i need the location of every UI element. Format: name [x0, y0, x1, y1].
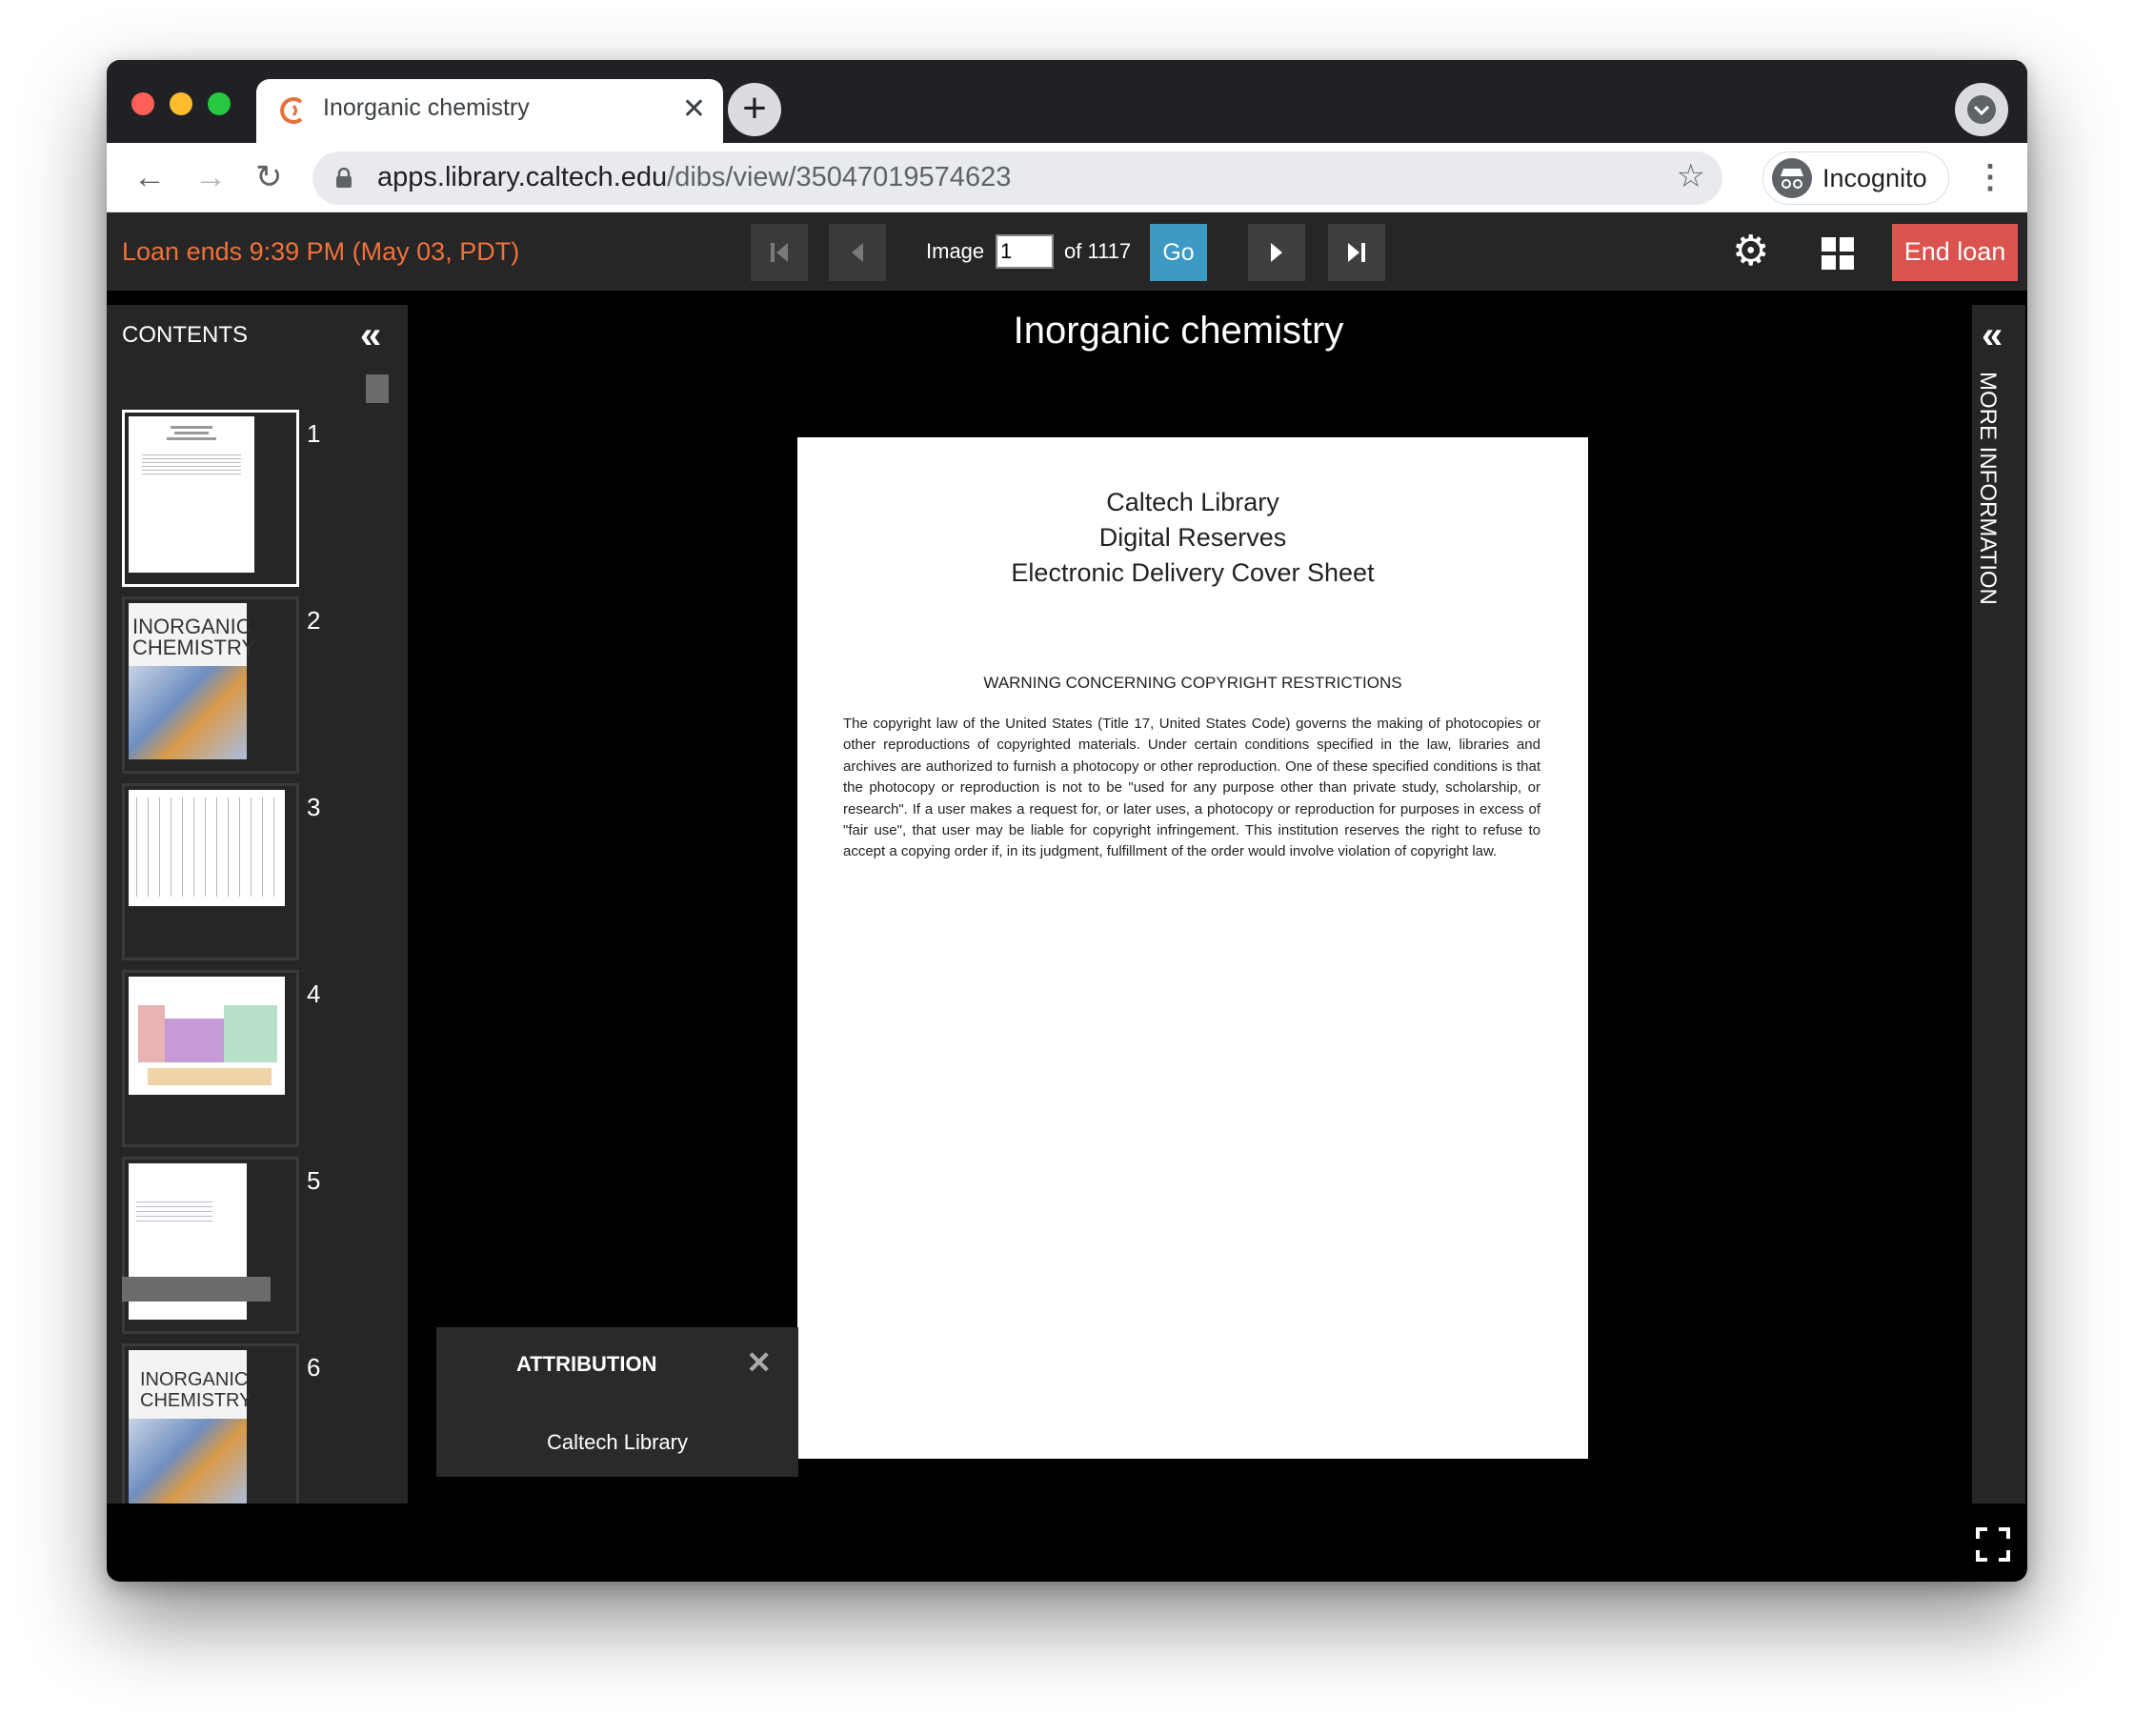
document-title: Inorganic chemistry	[1013, 310, 1344, 352]
copyright-warning-text: The copyright law of the United States (…	[843, 716, 1540, 860]
address-bar[interactable]: apps.library.caltech.edu/dibs/view/35047…	[312, 151, 1722, 205]
page-number: 2	[307, 606, 321, 635]
incognito-label: Incognito	[1822, 164, 1927, 192]
go-button[interactable]: Go	[1150, 224, 1207, 281]
minimize-window-button[interactable]	[170, 92, 192, 115]
copyright-warning-title: WARNING CONCERNING COPYRIGHT RESTRICTION…	[983, 674, 1402, 692]
first-page-button[interactable]	[751, 224, 808, 281]
last-page-icon	[1348, 243, 1365, 262]
browser-window: Inorganic chemistry ✕ + ← → ↻ apps.libra…	[107, 60, 2027, 1582]
tab-strip: Inorganic chemistry ✕ +	[107, 60, 2027, 143]
next-page-button[interactable]	[1248, 224, 1305, 281]
fullscreen-icon[interactable]	[1976, 1527, 2010, 1562]
thumbnail-image	[129, 416, 254, 573]
cover-title-line2: CHEMISTRY	[132, 636, 256, 659]
more-information-panel[interactable]: « MORE INFORMATION	[1972, 305, 2025, 1504]
new-tab-button[interactable]: +	[728, 83, 781, 136]
kebab-menu-icon[interactable]: ⋮	[1974, 158, 2006, 196]
tab-close-icon[interactable]: ✕	[682, 91, 706, 129]
collapse-right-icon[interactable]: «	[1982, 316, 2003, 354]
thumbnail-page-2[interactable]: INORGANIC CHEMISTRY	[122, 596, 299, 774]
forward-arrow-icon[interactable]: →	[194, 158, 227, 196]
page-number: 3	[307, 793, 321, 821]
chevron-down-icon	[1967, 95, 1996, 124]
lock-icon	[336, 168, 352, 188]
attribution-panel: ATTRIBUTION ✕ Caltech Library	[436, 1327, 798, 1477]
loan-status: Loan ends 9:39 PM (May 03, PDT)	[122, 237, 520, 266]
horizontal-scrollbar[interactable]	[122, 1277, 271, 1302]
cover-heading-2: Digital Reserves	[1098, 523, 1287, 552]
incognito-icon	[1772, 158, 1812, 198]
grid-icon[interactable]	[1822, 237, 1854, 270]
tab-title: Inorganic chemistry	[323, 94, 530, 121]
contents-sidebar: CONTENTS « 1 INORGANIC CHEMISTRY 2 3 4 5…	[107, 305, 408, 1504]
collapse-left-icon[interactable]: «	[360, 316, 381, 354]
prev-page-button[interactable]	[829, 224, 886, 281]
thumbnail-page-6[interactable]: INORGANIC CHEMISTRY	[122, 1343, 299, 1504]
browser-tab[interactable]: Inorganic chemistry ✕	[256, 79, 723, 143]
close-icon[interactable]: ✕	[746, 1344, 772, 1381]
close-window-button[interactable]	[131, 92, 154, 115]
cover-heading-3: Electronic Delivery Cover Sheet	[1011, 558, 1375, 587]
cover-sheet-heading: Caltech Library Digital Reserves Electro…	[797, 485, 1588, 591]
page-count: of 1117	[1064, 239, 1132, 263]
thumbnail-image: INORGANIC CHEMISTRY	[129, 603, 255, 759]
first-page-icon	[771, 243, 788, 262]
prev-page-icon	[852, 243, 863, 262]
cover-title-line1: INORGANIC	[140, 1369, 249, 1390]
thumbnail-image	[129, 977, 285, 1095]
cover-title-line2: CHEMISTRY	[140, 1390, 252, 1411]
page-number: 1	[307, 419, 321, 448]
reload-icon[interactable]: ↻	[255, 158, 283, 196]
cover-heading-1: Caltech Library	[1106, 488, 1279, 516]
url-host: apps.library.caltech.edu	[377, 162, 668, 192]
incognito-indicator[interactable]: Incognito	[1762, 151, 1949, 205]
image-label: Image	[926, 239, 985, 263]
vertical-scrollbar[interactable]	[366, 374, 389, 403]
thumbnail-page-3[interactable]	[122, 783, 299, 960]
gear-icon[interactable]: ⚙	[1732, 228, 1769, 275]
cover-title-line1: INORGANIC	[132, 615, 252, 638]
document-page: Caltech Library Digital Reserves Electro…	[797, 437, 1588, 1459]
page-number: 5	[307, 1166, 321, 1195]
contents-title: CONTENTS	[122, 322, 248, 348]
thumbnail-page-5[interactable]	[122, 1157, 299, 1334]
end-loan-button[interactable]: End loan	[1892, 224, 2018, 281]
next-page-icon	[1271, 243, 1282, 262]
maximize-window-button[interactable]	[208, 92, 231, 115]
back-arrow-icon[interactable]: ←	[133, 158, 166, 196]
star-icon[interactable]: ☆	[1677, 157, 1705, 195]
thumbnail-image	[129, 790, 285, 906]
page-number: 4	[307, 979, 321, 1008]
thumbnail-page-1[interactable]	[122, 410, 299, 587]
thumbnail-image: INORGANIC CHEMISTRY	[129, 1350, 252, 1504]
last-page-button[interactable]	[1328, 224, 1385, 281]
browser-toolbar: ← → ↻ apps.library.caltech.edu/dibs/view…	[107, 143, 2027, 213]
attribution-title: ATTRIBUTION	[516, 1352, 657, 1376]
page-number: 6	[307, 1353, 321, 1382]
viewer-toolbar: Loan ends 9:39 PM (May 03, PDT) Image 1 …	[107, 212, 2027, 291]
profile-menu-button[interactable]	[1955, 83, 2008, 136]
more-information-label: MORE INFORMATION	[1975, 372, 2001, 605]
attribution-value: Caltech Library	[547, 1430, 688, 1454]
thumbnail-page-4[interactable]	[122, 970, 299, 1147]
url-text: apps.library.caltech.edu/dibs/view/35047…	[377, 162, 1011, 193]
image-number-input[interactable]: 1	[996, 234, 1054, 269]
url-path: /dibs/view/35047019574623	[667, 162, 1012, 192]
caltech-favicon-icon	[280, 97, 303, 124]
